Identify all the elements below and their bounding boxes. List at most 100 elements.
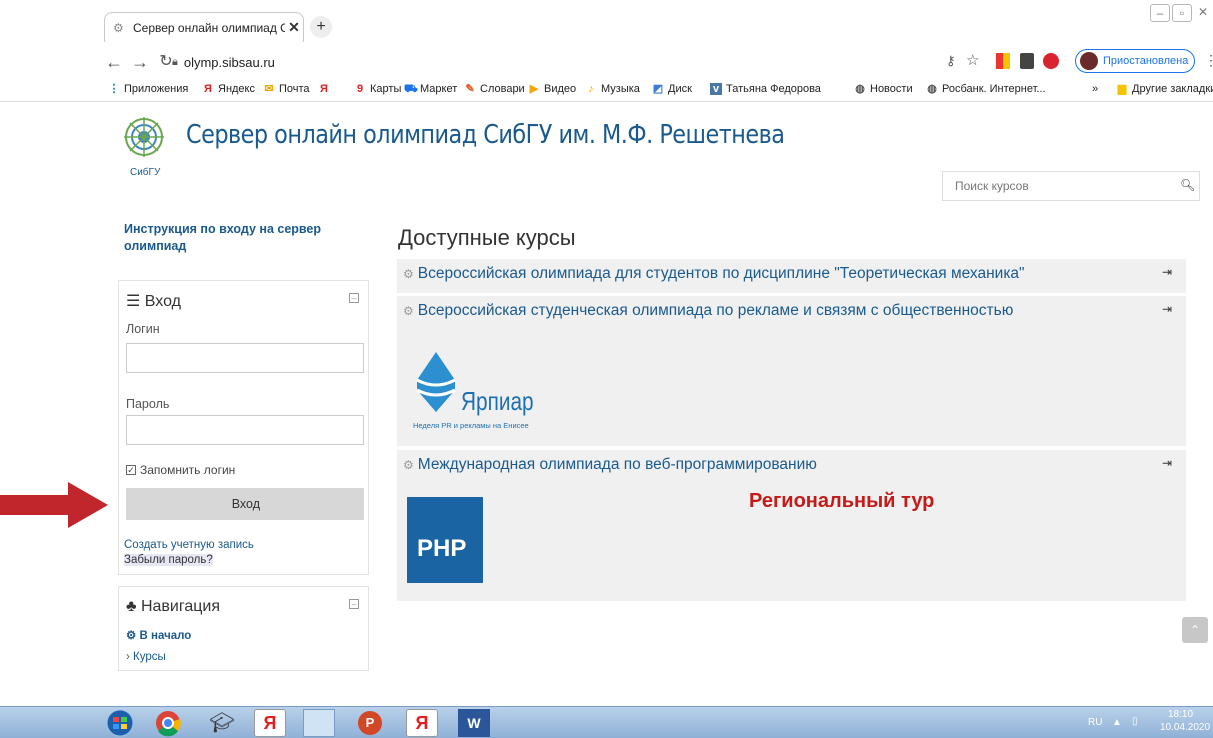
bookmark-label: Маркет [420, 83, 458, 95]
php-badge: PHP [407, 497, 483, 583]
chevron-right-icon: › [126, 651, 130, 663]
globe-icon: ◍ [927, 83, 937, 95]
bookmark-item[interactable]: ◩ Диск [652, 83, 692, 95]
bookmark-item[interactable]: ✉ Почта [263, 83, 309, 95]
enrol-icon[interactable]: ⇥ [1162, 302, 1172, 316]
profile-status: Приостановлена [1103, 55, 1189, 67]
windows-start-icon[interactable] [104, 709, 136, 737]
bookmarks-overflow-button[interactable]: » [1092, 83, 1098, 95]
extension-flag-icon[interactable] [996, 53, 1010, 69]
minimize-window-button[interactable]: – [1150, 4, 1170, 22]
bookmark-label: Словари [480, 83, 525, 95]
bookmark-item[interactable]: ЯЯ [318, 83, 334, 95]
language-indicator[interactable]: RU [1088, 717, 1102, 728]
dictionary-icon: ✎ [465, 83, 475, 95]
tray-expand-icon[interactable]: ▲ [1112, 717, 1122, 728]
key-icon[interactable]: ⚷ [946, 53, 956, 69]
bookmark-label: Карты [370, 83, 402, 95]
bookmark-item[interactable]: ◍ Росбанк. Интернет... [926, 83, 1045, 95]
back-arrow-icon[interactable]: ← [104, 52, 124, 72]
remember-login-checkbox[interactable]: ✓ Запомнить логин [126, 463, 235, 477]
apps-grid-icon: ⋮ [108, 83, 120, 95]
collapse-icon[interactable]: – [349, 599, 359, 609]
bookmark-item[interactable]: v Татьяна Федорова [710, 83, 821, 95]
instruction-link[interactable]: Инструкция по входу на сервер олимпиад [124, 221, 364, 255]
sitemap-icon: ♣ [126, 598, 137, 615]
nav-courses-label: Курсы [133, 651, 166, 663]
clock-time[interactable]: 18:10 [1168, 709, 1193, 720]
yandex-browser-icon[interactable]: Я [406, 709, 438, 737]
bookmark-item[interactable]: ▶ Видео [528, 83, 576, 95]
bookmark-item[interactable]: ◍ Новости [854, 83, 912, 95]
nav-courses-link[interactable]: › Курсы [126, 651, 166, 663]
yandex-browser-icon[interactable]: Я [254, 709, 286, 737]
market-icon: ⛟ [404, 83, 418, 95]
search-courses-input[interactable]: Поиск курсов [942, 171, 1200, 201]
site-favicon-icon: ⚙ [113, 20, 124, 35]
graduate-app-icon[interactable]: 🎓︎ [206, 709, 238, 737]
clock-date[interactable]: 10.04.2020 [1160, 722, 1210, 733]
maximize-window-button[interactable]: ▫ [1172, 4, 1192, 22]
close-window-button[interactable]: ✕ [1196, 4, 1210, 22]
enrol-icon[interactable]: ⇥ [1162, 456, 1172, 470]
adblock-icon[interactable] [1043, 53, 1059, 69]
bookmark-label: Видео [544, 83, 577, 95]
search-icon[interactable]: 🔍︎ [1180, 178, 1195, 192]
bookmark-label: Яндекс [218, 83, 255, 95]
course-link[interactable]: ⚙ Всероссийская студенческая олимпиада по… [403, 302, 1013, 320]
login-button[interactable]: Вход [126, 488, 364, 520]
menu-kebab-icon[interactable]: ⋮ [1204, 52, 1213, 69]
course-icon: ⚙ [403, 458, 414, 472]
password-field[interactable] [126, 415, 364, 445]
other-bookmarks-folder[interactable]: ▆ Другие закладки [1116, 83, 1213, 95]
extension-badge-icon[interactable] [1020, 53, 1034, 69]
red-arrow-icon [0, 482, 108, 528]
create-account-link[interactable]: Создать учетную запись [124, 539, 254, 551]
video-icon: ▶ [529, 83, 539, 95]
close-tab-icon[interactable]: ✕ [285, 19, 303, 36]
forward-arrow-icon[interactable]: → [130, 52, 150, 72]
new-tab-button[interactable]: + [310, 16, 332, 38]
yandex-icon: Я [320, 83, 328, 95]
forgot-password-link[interactable]: Забыли пароль? [124, 554, 213, 566]
battery-icon[interactable]: ▯ [1132, 716, 1138, 727]
chrome-icon[interactable] [152, 709, 184, 737]
lock-icon: 🔒︎ [172, 55, 178, 68]
bookmark-star-icon[interactable]: ☆ [966, 51, 979, 69]
scroll-to-top-button[interactable]: ⌃ [1182, 617, 1208, 643]
maps-pin-icon: 9 [356, 83, 364, 95]
profile-button[interactable]: Приостановлена [1075, 49, 1195, 73]
login-label: Логин [126, 322, 160, 336]
word-icon[interactable]: W [458, 709, 490, 737]
bookmark-item[interactable]: ✎ Словари [464, 83, 525, 95]
bookmark-label: Диск [668, 83, 692, 95]
bookmark-item[interactable]: Я Яндекс [202, 83, 255, 95]
nav-home-link[interactable]: ⚙ В начало [126, 628, 191, 642]
course-link[interactable]: ⚙ Международная олимпиада по веб-программ… [403, 456, 817, 474]
yarpiar-logo [416, 352, 456, 412]
checkbox-check-icon[interactable]: ✓ [126, 465, 136, 475]
yarpiar-subcaption: Неделя PR и рекламы на Енисее [413, 421, 529, 430]
course-summary: Региональный тур [749, 490, 935, 512]
login-field[interactable] [126, 343, 364, 373]
enrol-icon[interactable]: ⇥ [1162, 265, 1172, 279]
file-explorer-icon[interactable] [303, 709, 335, 737]
course-icon: ⚙ [403, 267, 414, 281]
address-bar[interactable]: 🔒︎ olymp.sibsau.ru [172, 50, 772, 74]
bookmark-item[interactable]: ♪ Музыка [585, 83, 640, 95]
courses-heading: Доступные курсы [398, 225, 576, 250]
bookmark-item[interactable]: ⛟ Маркет [404, 83, 457, 95]
course-link[interactable]: ⚙ Всероссийская олимпиада для студентов п… [403, 265, 1025, 283]
course-title: Всероссийская студенческая олимпиада по … [417, 302, 1014, 319]
bookmark-label: Музыка [601, 83, 640, 95]
course-item: ⚙ Международная олимпиада по веб-программ… [397, 450, 1186, 601]
site-title[interactable]: Сервер онлайн олимпиад СибГУ им. М.Ф. Ре… [186, 120, 785, 150]
powerpoint-icon[interactable]: P [358, 711, 382, 735]
music-icon: ♪ [588, 83, 594, 95]
avatar [1080, 52, 1098, 70]
bookmark-item[interactable]: 9 Карты [354, 83, 401, 95]
browser-tab[interactable]: ⚙ Сервер онлайн олимпиад СибГ ✕ [104, 12, 304, 42]
course-item: ⚙ Всероссийская студенческая олимпиада по… [397, 296, 1186, 446]
bookmark-item[interactable]: ⋮ Приложения [108, 83, 189, 95]
collapse-icon[interactable]: – [349, 293, 359, 303]
